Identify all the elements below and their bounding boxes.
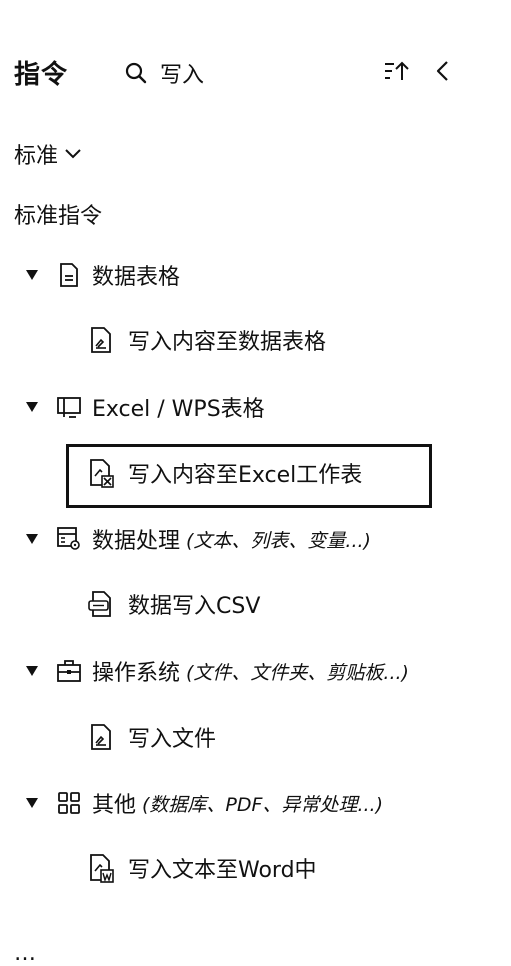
caret-down-icon: [24, 531, 40, 547]
category-label: 操作系统: [92, 661, 181, 686]
category-hint: (文件、文件夹、剪贴板...): [186, 661, 409, 684]
command-item[interactable]: 写入文件: [88, 719, 216, 755]
section-title: 标准指令: [14, 204, 103, 229]
command-label: 写入内容至数据表格: [128, 330, 327, 355]
command-item-selected[interactable]: 写入内容至Excel工作表: [88, 455, 362, 491]
command-label: 写入内容至Excel工作表: [128, 463, 363, 488]
command-item[interactable]: 写入内容至数据表格: [88, 322, 326, 358]
doc-edit-icon: [88, 723, 114, 751]
caret-down-icon: [24, 399, 40, 415]
sort-button[interactable]: [382, 58, 412, 88]
collapse-panel-button[interactable]: [428, 58, 458, 88]
excel-file-icon: [88, 459, 114, 488]
category-label: 数据处理: [92, 529, 181, 554]
briefcase-icon: [56, 658, 82, 684]
category-label: Excel / WPS表格: [92, 397, 265, 422]
sort-icon: [383, 59, 411, 87]
panel-title: 指令: [14, 60, 69, 90]
search-icon: [124, 61, 148, 85]
category-hint: (文本、列表、变量...): [186, 529, 371, 552]
filter-label: 标准: [14, 144, 59, 169]
chevron-down-icon: [58, 142, 82, 167]
caret-down-icon: [24, 795, 40, 811]
caret-down-icon: [24, 267, 40, 283]
grid-icon: [56, 790, 82, 816]
next-section-peek: …: [14, 941, 36, 966]
category-hint: (数据库、PDF、异常处理...): [142, 793, 383, 816]
document-icon: [56, 262, 82, 288]
command-label: 写入文件: [128, 727, 217, 752]
category-excel-wps[interactable]: Excel / WPS表格: [24, 389, 265, 425]
category-other[interactable]: 其他 (数据库、PDF、异常处理...): [24, 785, 383, 821]
monitor-icon: [56, 394, 82, 420]
command-label: 写入文本至Word中: [128, 858, 317, 883]
word-file-icon: [88, 854, 114, 883]
command-item[interactable]: 写入文本至Word中: [88, 850, 317, 886]
category-label: 数据表格: [92, 265, 181, 290]
csv-file-icon: [88, 590, 114, 618]
category-operating-system[interactable]: 操作系统 (文件、文件夹、剪贴板...): [24, 653, 409, 689]
category-data-table[interactable]: 数据表格: [24, 257, 180, 293]
command-filter-dropdown[interactable]: 标准: [14, 138, 82, 170]
category-data-processing[interactable]: 数据处理 (文本、列表、变量...): [24, 521, 371, 557]
category-label: 其他: [92, 793, 137, 818]
search-box[interactable]: 写入: [124, 58, 204, 88]
command-label: 数据写入CSV: [128, 594, 261, 619]
panel-header: 指令 写入: [0, 0, 511, 110]
chevron-left-icon: [433, 59, 453, 87]
doc-edit-icon: [88, 326, 114, 354]
data-process-icon: [56, 526, 82, 552]
command-item[interactable]: 数据写入CSV: [88, 586, 260, 622]
caret-down-icon: [24, 663, 40, 679]
search-query-text[interactable]: 写入: [160, 57, 204, 89]
